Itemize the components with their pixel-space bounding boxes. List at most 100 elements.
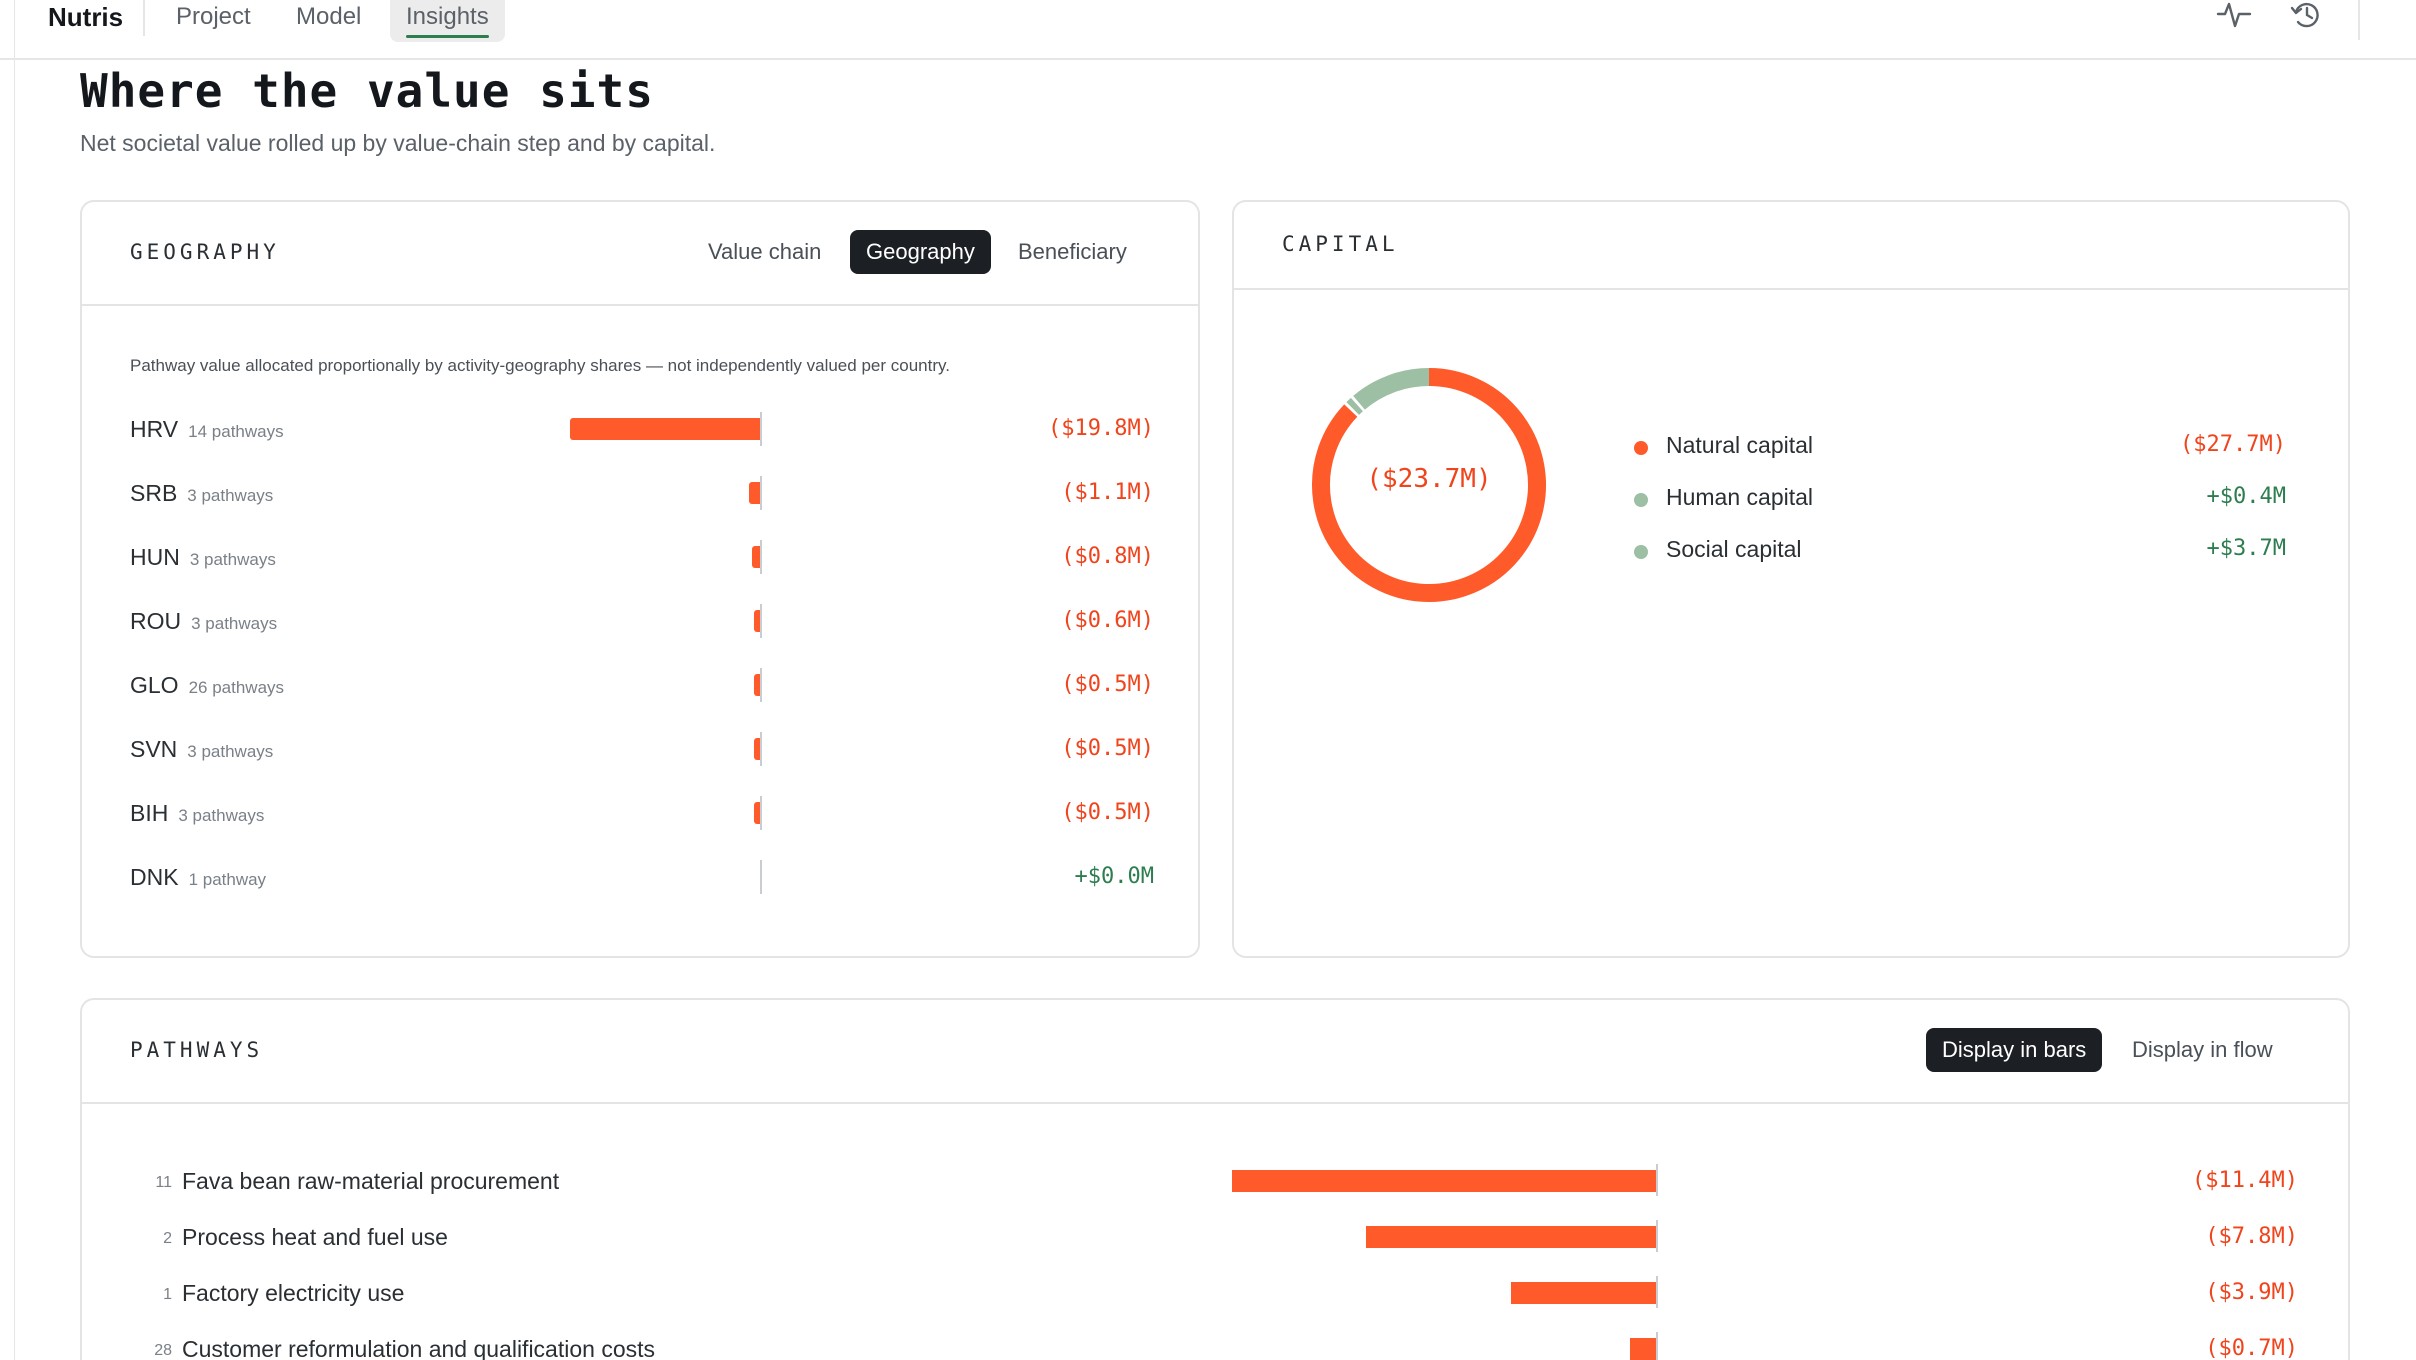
- geography-row[interactable]: DNK 1 pathway +$0.0M: [82, 860, 1202, 900]
- bar-axis: [760, 668, 762, 702]
- geography-code-text: DNK: [130, 864, 179, 890]
- pathway-id: 28: [154, 1342, 172, 1359]
- pathway-id: 1: [163, 1286, 172, 1303]
- pathway-row[interactable]: 1 Factory electricity use ($3.9M): [82, 1276, 2346, 1316]
- pathway-value: ($11.4M): [2192, 1168, 2298, 1193]
- geography-code-text: ROU: [130, 608, 182, 634]
- geography-row[interactable]: GLO 26 pathways ($0.5M): [82, 668, 1202, 708]
- legend-dot: [1634, 441, 1648, 455]
- pathway-count: 3 pathways: [191, 614, 278, 633]
- tab-value-chain[interactable]: Value chain: [692, 230, 837, 274]
- bar-axis: [1656, 1220, 1658, 1252]
- bar-axis: [760, 412, 762, 446]
- legend-value: +$0.4M: [2206, 484, 2286, 509]
- capital-legend-item[interactable]: Natural capital ($27.7M): [1634, 430, 2334, 466]
- geography-value: ($0.5M): [1061, 672, 1154, 697]
- geography-bar: [570, 418, 760, 440]
- geography-code-text: HRV: [130, 416, 179, 442]
- tab-geography[interactable]: Geography: [850, 230, 991, 274]
- brand-logo[interactable]: Nutris: [48, 0, 123, 34]
- geography-code-text: HUN: [130, 544, 180, 570]
- legend-value: ($27.7M): [2180, 432, 2286, 457]
- geography-card: GEOGRAPHY Value chain Geography Benefici…: [80, 200, 1200, 958]
- history-icon[interactable]: [2288, 0, 2324, 30]
- pathway-bar: [1629, 1338, 1656, 1360]
- geography-code: SRB 3 pathways: [130, 480, 273, 507]
- pathways-card-title: PATHWAYS: [130, 1038, 264, 1062]
- geography-code: ROU 3 pathways: [130, 608, 277, 635]
- bar-axis: [1656, 1276, 1658, 1308]
- pathway-count: 3 pathways: [187, 486, 274, 505]
- pathway-label: Fava bean raw-material procurement: [182, 1168, 560, 1194]
- allocation-note: Pathway value allocated proportionally b…: [130, 356, 950, 375]
- nav-tab-project[interactable]: Project: [176, 0, 251, 34]
- nav-tab-model[interactable]: Model: [296, 0, 361, 34]
- geography-row[interactable]: HRV 14 pathways ($19.8M): [82, 412, 1202, 452]
- pathway-count: 3 pathways: [189, 550, 276, 569]
- donut-slice-human-capital: [1346, 397, 1363, 415]
- geography-code: HUN 3 pathways: [130, 544, 276, 571]
- pathway-bar: [1365, 1226, 1656, 1248]
- pathway-count: 3 pathways: [178, 806, 265, 825]
- topbar-divider: [2358, 0, 2360, 40]
- geography-bar: [754, 610, 760, 632]
- geography-code: BIH 3 pathways: [130, 800, 264, 827]
- geography-row[interactable]: SRB 3 pathways ($1.1M): [82, 476, 1202, 516]
- bar-axis: [1656, 1332, 1658, 1360]
- geography-row[interactable]: ROU 3 pathways ($0.6M): [82, 604, 1202, 644]
- pathway-label: Factory electricity use: [182, 1280, 405, 1306]
- pathway-value: ($0.7M): [2205, 1336, 2298, 1360]
- display-in-bars-toggle[interactable]: Display in bars: [1926, 1028, 2103, 1072]
- capital-legend-item[interactable]: Human capital +$0.4M: [1634, 482, 2334, 518]
- legend-value: +$3.7M: [2206, 536, 2286, 561]
- geography-row[interactable]: SVN 3 pathways ($0.5M): [82, 732, 1202, 772]
- capital-total: ($23.7M): [1366, 464, 1492, 494]
- bar-axis: [760, 732, 762, 766]
- geography-row[interactable]: BIH 3 pathways ($0.5M): [82, 796, 1202, 836]
- geography-value: ($0.8M): [1061, 544, 1154, 569]
- pathway-bar: [1232, 1170, 1656, 1192]
- pathways-card: PATHWAYS Display in bars Display in flow…: [80, 998, 2350, 1360]
- legend-label: Human capital: [1666, 484, 1814, 510]
- pathway-label: Process heat and fuel use: [182, 1224, 448, 1250]
- bar-axis: [760, 476, 762, 510]
- geography-code: HRV 14 pathways: [130, 416, 284, 443]
- geography-row[interactable]: HUN 3 pathways ($0.8M): [82, 540, 1202, 580]
- pathway-id: 11: [155, 1174, 172, 1191]
- nav-tab-insights[interactable]: Insights: [390, 0, 505, 42]
- pathway-count: 26 pathways: [188, 678, 285, 697]
- pathway-bar: [1510, 1282, 1656, 1304]
- geography-bar: [749, 482, 760, 504]
- pathway-row[interactable]: 28 Customer reformulation and qualificati…: [82, 1332, 2346, 1360]
- geography-value: ($0.5M): [1061, 800, 1154, 825]
- display-in-flow-toggle[interactable]: Display in flow: [2116, 1028, 2289, 1072]
- bar-axis: [1656, 1164, 1658, 1196]
- nav-tab-insights-label: Insights: [406, 3, 489, 30]
- geography-code: GLO 26 pathways: [130, 672, 284, 699]
- page-subtitle: Net societal value rolled up by value-ch…: [80, 130, 716, 156]
- geography-code: SVN 3 pathways: [130, 736, 273, 763]
- pathway-id: 2: [163, 1230, 172, 1247]
- capital-card-title: CAPITAL: [1282, 232, 1399, 256]
- tab-beneficiary[interactable]: Beneficiary: [1002, 230, 1143, 274]
- top-bar: Nutris Project Model Insights: [0, 0, 2416, 60]
- pathway-label: Customer reformulation and qualification…: [182, 1336, 656, 1360]
- geography-code-text: SRB: [130, 480, 178, 506]
- geography-value: ($1.1M): [1061, 480, 1154, 505]
- activity-icon[interactable]: [2216, 0, 2252, 30]
- pathway-row[interactable]: 11 Fava bean raw-material procurement ($11…: [82, 1164, 2346, 1204]
- bar-axis: [760, 604, 762, 638]
- active-tab-underline: [406, 35, 489, 38]
- capital-card-header: CAPITAL: [1234, 202, 2348, 290]
- geography-value: +$0.0M: [1074, 864, 1154, 889]
- legend-dot: [1634, 493, 1648, 507]
- pathway-row[interactable]: 2 Process heat and fuel use ($7.8M): [82, 1220, 2346, 1260]
- capital-legend-item[interactable]: Social capital +$3.7M: [1634, 534, 2334, 570]
- geography-code: DNK 1 pathway: [130, 864, 266, 891]
- geography-bar: [754, 674, 760, 696]
- geography-card-title: GEOGRAPHY: [130, 240, 280, 264]
- geography-value: ($0.6M): [1061, 608, 1154, 633]
- left-rule: [14, 0, 15, 1360]
- pathway-count: 14 pathways: [188, 422, 284, 441]
- pathways-card-header: PATHWAYS Display in bars Display in flow: [82, 1000, 2348, 1104]
